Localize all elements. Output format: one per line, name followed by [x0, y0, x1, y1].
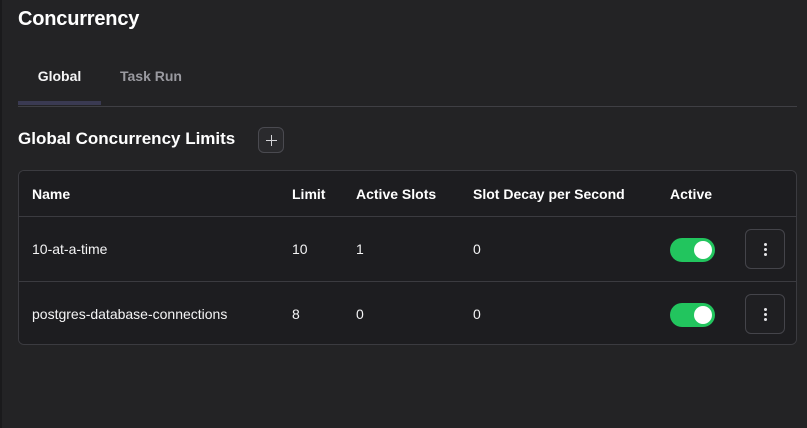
concurrency-limits-table: Name Limit Active Slots Slot Decay per S… — [18, 170, 797, 345]
cell-active-slots: 0 — [356, 306, 364, 322]
active-toggle[interactable] — [670, 238, 715, 262]
column-header-name: Name — [32, 186, 71, 202]
cell-slot-decay: 0 — [473, 306, 481, 322]
cell-active-slots: 1 — [356, 241, 364, 257]
sidebar-edge — [0, 0, 2, 428]
vertical-dots-icon — [763, 307, 767, 321]
table-row: 10-at-a-time 10 1 0 — [19, 217, 796, 282]
cell-limit: 8 — [292, 306, 300, 322]
section-title: Global Concurrency Limits — [18, 129, 236, 148]
column-header-slot-decay: Slot Decay per Second — [473, 186, 625, 202]
cell-limit: 10 — [292, 241, 308, 257]
row-menu-button[interactable] — [745, 229, 785, 269]
plus-icon — [265, 134, 277, 146]
table-row: postgres-database-connections 8 0 0 — [19, 282, 796, 344]
tab-global[interactable]: Global — [18, 58, 101, 105]
cell-slot-decay: 0 — [473, 241, 481, 257]
add-limit-button[interactable] — [258, 127, 284, 153]
cell-name: postgres-database-connections — [32, 306, 228, 322]
tab-bar: Global Task Run — [18, 58, 797, 107]
active-toggle[interactable] — [670, 303, 715, 327]
table-header: Name Limit Active Slots Slot Decay per S… — [19, 171, 796, 217]
tab-task-run[interactable]: Task Run — [114, 58, 188, 104]
column-header-limit: Limit — [292, 186, 326, 202]
column-header-active-slots: Active Slots — [356, 186, 437, 202]
page-title: Concurrency — [18, 8, 140, 30]
row-menu-button[interactable] — [745, 294, 785, 334]
toggle-knob — [694, 306, 712, 324]
vertical-dots-icon — [763, 242, 767, 256]
column-header-active: Active — [670, 186, 713, 202]
toggle-knob — [694, 241, 712, 259]
cell-name: 10-at-a-time — [32, 241, 108, 257]
